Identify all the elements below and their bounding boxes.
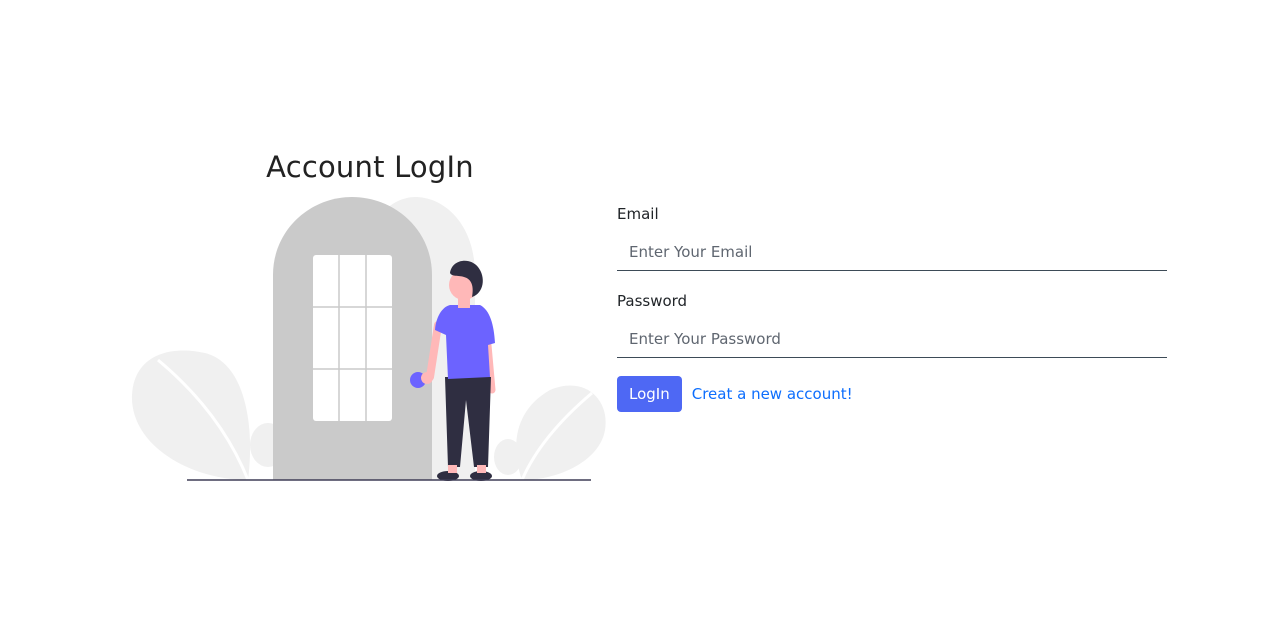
left-plant-icon — [131, 350, 251, 480]
email-label: Email — [617, 205, 659, 223]
login-button[interactable]: LogIn — [617, 376, 682, 412]
email-field[interactable] — [617, 233, 1167, 271]
create-account-link[interactable]: Creat a new account! — [692, 385, 853, 403]
door-person-illustration — [131, 197, 606, 481]
form-actions: LogIn Creat a new account! — [617, 376, 1167, 412]
login-form: Email Password LogIn Creat a new account… — [617, 203, 1167, 412]
page-title: Account LogIn — [266, 150, 474, 184]
password-field[interactable] — [617, 320, 1167, 358]
email-group: Email — [617, 203, 1167, 271]
password-label: Password — [617, 292, 688, 310]
login-page: Account LogIn Email Enter Your Email Pas… — [0, 0, 1262, 643]
password-group: Password — [617, 290, 1167, 358]
